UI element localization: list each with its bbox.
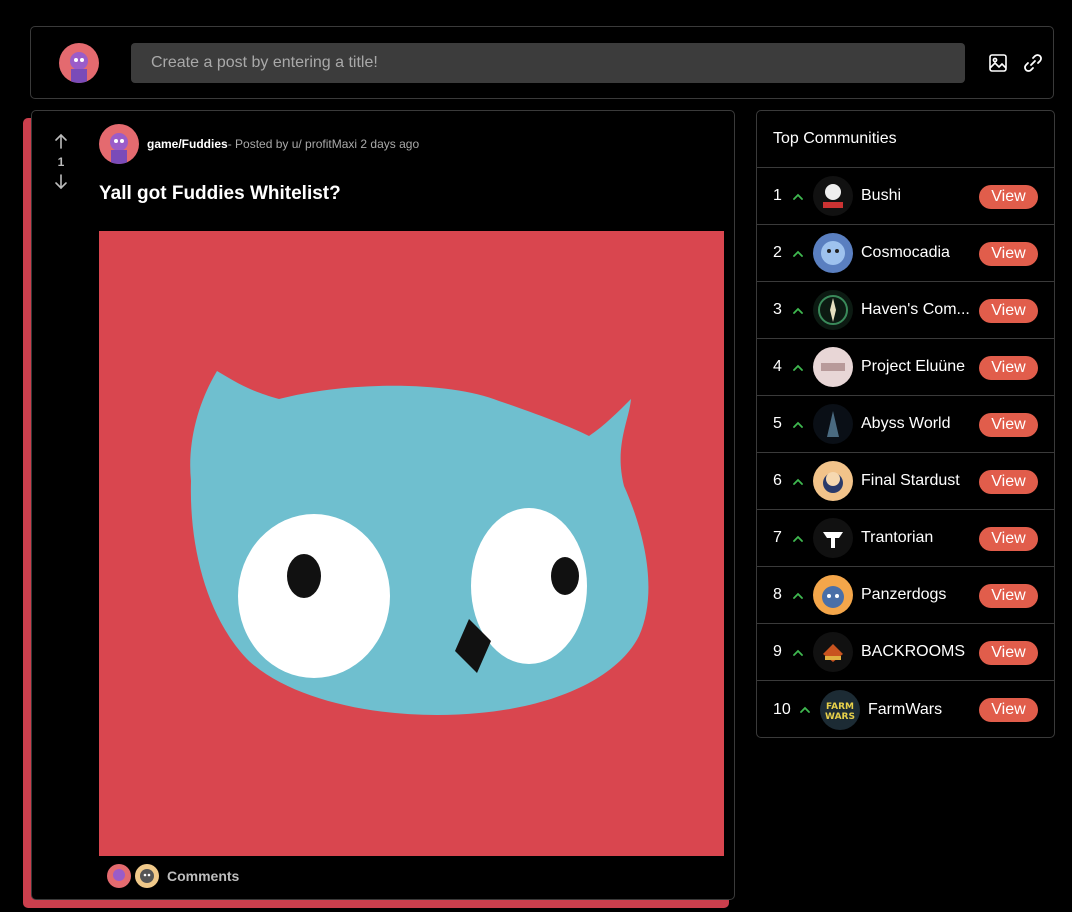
trending-up-icon bbox=[791, 304, 805, 316]
post-community-link[interactable]: game/Fuddies bbox=[147, 137, 228, 151]
user-avatar[interactable] bbox=[59, 43, 99, 83]
community-rank: 4 bbox=[773, 358, 782, 375]
create-post-input[interactable] bbox=[131, 43, 965, 83]
community-rank: 10 bbox=[773, 700, 791, 718]
view-community-button[interactable]: View bbox=[979, 299, 1038, 323]
view-community-button[interactable]: View bbox=[979, 698, 1038, 722]
community-name[interactable]: Project Eluüne bbox=[861, 358, 965, 376]
link-icon[interactable] bbox=[1021, 51, 1045, 75]
community-name[interactable]: Trantorian bbox=[861, 529, 933, 547]
top-communities-title: Top Communities bbox=[757, 111, 1054, 168]
trending-up-icon bbox=[791, 418, 805, 430]
community-name[interactable]: Haven's Com... bbox=[861, 301, 970, 319]
top-communities-panel: Top Communities 1 Bushi View 2 Cosmocadia Vie… bbox=[756, 110, 1055, 738]
community-avatar[interactable] bbox=[813, 575, 853, 615]
community-row[interactable]: 1 Bushi View bbox=[757, 168, 1054, 225]
view-community-button[interactable]: View bbox=[979, 242, 1038, 266]
trending-up-icon bbox=[798, 704, 812, 716]
post-meta: game/Fuddies - Posted by u/ profitMaxi 2… bbox=[99, 124, 419, 164]
community-row[interactable]: 9 BACKROOMS View bbox=[757, 624, 1054, 681]
community-row[interactable]: 10 FARM WARS FarmWars View bbox=[757, 681, 1054, 738]
view-community-button[interactable]: View bbox=[979, 641, 1038, 665]
vote-count: 1 bbox=[57, 155, 65, 169]
community-avatar[interactable] bbox=[813, 518, 853, 558]
community-name[interactable]: FarmWars bbox=[868, 701, 942, 719]
community-avatar[interactable] bbox=[813, 347, 853, 387]
view-community-button[interactable]: View bbox=[979, 185, 1038, 209]
community-avatar[interactable] bbox=[813, 632, 853, 672]
view-community-button[interactable]: View bbox=[979, 413, 1038, 437]
trending-up-icon bbox=[791, 190, 805, 202]
community-rank: 2 bbox=[773, 244, 782, 261]
view-community-button[interactable]: View bbox=[979, 584, 1038, 608]
community-name[interactable]: Final Stardust bbox=[861, 472, 960, 490]
view-community-button[interactable]: View bbox=[979, 527, 1038, 551]
community-rank: 9 bbox=[773, 643, 782, 660]
post-byline: - Posted by u/ profitMaxi 2 days ago bbox=[227, 137, 420, 151]
upvote-icon[interactable] bbox=[51, 131, 71, 151]
community-avatar[interactable] bbox=[813, 176, 853, 216]
community-name[interactable]: Panzerdogs bbox=[861, 586, 946, 604]
community-row[interactable]: 2 Cosmocadia View bbox=[757, 225, 1054, 282]
trending-up-icon bbox=[791, 475, 805, 487]
post-card: 1 game/Fuddies - Posted by u/ profitMaxi… bbox=[31, 110, 735, 900]
view-community-button[interactable]: View bbox=[979, 356, 1038, 380]
community-list: 1 Bushi View 2 Cosmocadia View 3 Haven's Com...… bbox=[757, 168, 1054, 738]
community-row[interactable]: 8 Panzerdogs View bbox=[757, 567, 1054, 624]
community-rank: 8 bbox=[773, 586, 782, 603]
create-post-bar bbox=[30, 26, 1054, 99]
trending-up-icon bbox=[791, 247, 805, 259]
trending-up-icon bbox=[791, 646, 805, 658]
image-icon[interactable] bbox=[986, 51, 1010, 75]
community-avatar[interactable]: FARM WARS bbox=[820, 689, 860, 730]
community-avatar[interactable] bbox=[813, 404, 853, 444]
community-rank: 5 bbox=[773, 415, 782, 432]
view-community-button[interactable]: View bbox=[979, 470, 1038, 494]
community-row[interactable]: 6 Final Stardust View bbox=[757, 453, 1054, 510]
comments-link[interactable]: Comments bbox=[167, 868, 239, 884]
community-row[interactable]: 5 Abyss World View bbox=[757, 396, 1054, 453]
post-title[interactable]: Yall got Fuddies Whitelist? bbox=[99, 183, 341, 205]
community-rank: 3 bbox=[773, 301, 782, 318]
community-avatar[interactable] bbox=[813, 233, 853, 273]
community-name[interactable]: BACKROOMS bbox=[861, 643, 965, 661]
community-rank: 1 bbox=[773, 187, 782, 204]
community-name[interactable]: Cosmocadia bbox=[861, 244, 950, 262]
owl-illustration bbox=[99, 231, 724, 856]
vote-column: 1 bbox=[50, 131, 72, 192]
community-row[interactable]: 4 Project Eluüne View bbox=[757, 339, 1054, 396]
community-avatar[interactable] bbox=[813, 290, 853, 330]
trending-up-icon bbox=[791, 532, 805, 544]
post-image[interactable] bbox=[99, 231, 724, 856]
post-footer: Comments bbox=[107, 863, 239, 889]
commenter-avatar[interactable] bbox=[107, 864, 131, 888]
svg-text:FARM: FARM bbox=[826, 702, 854, 712]
downvote-icon[interactable] bbox=[51, 172, 71, 192]
trending-up-icon bbox=[791, 361, 805, 373]
community-name[interactable]: Bushi bbox=[861, 187, 901, 205]
trending-up-icon bbox=[791, 589, 805, 601]
community-rank: 7 bbox=[773, 529, 782, 546]
svg-text:WARS: WARS bbox=[825, 712, 855, 722]
community-row[interactable]: 7 Trantorian View bbox=[757, 510, 1054, 567]
community-rank: 6 bbox=[773, 472, 782, 489]
community-row[interactable]: 3 Haven's Com... View bbox=[757, 282, 1054, 339]
commenter-avatar[interactable] bbox=[135, 864, 159, 888]
community-name[interactable]: Abyss World bbox=[861, 415, 951, 433]
community-avatar[interactable] bbox=[813, 461, 853, 501]
post-author-avatar[interactable] bbox=[99, 124, 139, 164]
